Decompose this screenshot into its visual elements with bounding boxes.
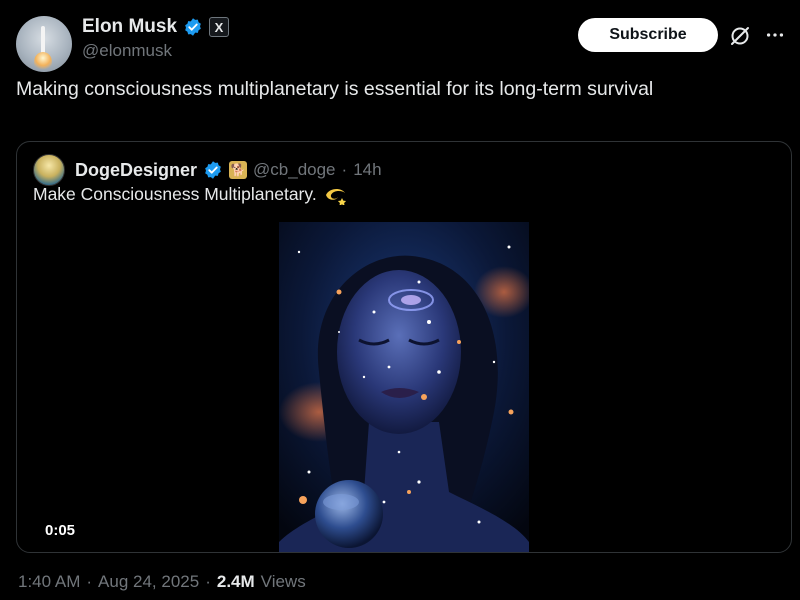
dizzy-emoji-icon xyxy=(325,188,346,205)
author-name[interactable]: Elon Musk xyxy=(82,16,177,38)
post-date[interactable]: Aug 24, 2025 xyxy=(98,572,199,592)
quoted-post-header: DogeDesigner 🐕 @cb_doge · 14h xyxy=(33,154,382,186)
quoted-author-name[interactable]: DogeDesigner xyxy=(75,160,197,181)
quoted-verified-badge-icon xyxy=(205,161,221,179)
x-affiliation-badge[interactable]: X xyxy=(209,17,230,37)
quoted-post-text: Make Consciousness Multiplanetary. xyxy=(33,184,317,204)
post-metadata: 1:40 AM · Aug 24, 2025 · 2.4M Views xyxy=(18,572,306,592)
more-options-icon[interactable] xyxy=(764,24,786,46)
author-avatar[interactable] xyxy=(16,16,72,72)
post-header: Elon Musk X @elonmusk Subscribe xyxy=(16,14,786,72)
author-handle[interactable]: @elonmusk xyxy=(82,41,172,61)
quoted-timestamp[interactable]: 14h xyxy=(353,160,381,180)
quoted-author-handle[interactable]: @cb_doge xyxy=(253,160,336,180)
quoted-post[interactable]: DogeDesigner 🐕 @cb_doge · 14h Make Consc… xyxy=(16,141,792,553)
grok-icon[interactable] xyxy=(728,24,752,48)
doge-affiliation-icon: 🐕 xyxy=(229,161,248,179)
views-count[interactable]: 2.4M xyxy=(217,572,255,592)
quoted-post-text-row: Make Consciousness Multiplanetary. xyxy=(33,184,349,205)
video-duration: 0:05 xyxy=(45,522,76,539)
post-time[interactable]: 1:40 AM xyxy=(18,572,80,592)
quoted-author-avatar[interactable] xyxy=(33,154,65,186)
verified-badge-icon xyxy=(185,18,201,36)
rocket-icon xyxy=(41,26,45,54)
post-text: Making consciousness multiplanetary is e… xyxy=(16,78,654,100)
meta-separator: · xyxy=(205,572,211,591)
meta-separator: · xyxy=(86,572,93,591)
subscribe-button[interactable]: Subscribe xyxy=(578,18,718,52)
author-name-row: Elon Musk X xyxy=(82,16,230,38)
video-player[interactable] xyxy=(279,222,529,552)
quoted-time-separator: · xyxy=(341,160,348,179)
video-thumbnail xyxy=(279,222,529,552)
rocket-plume xyxy=(34,52,52,72)
views-label: Views xyxy=(260,572,306,591)
